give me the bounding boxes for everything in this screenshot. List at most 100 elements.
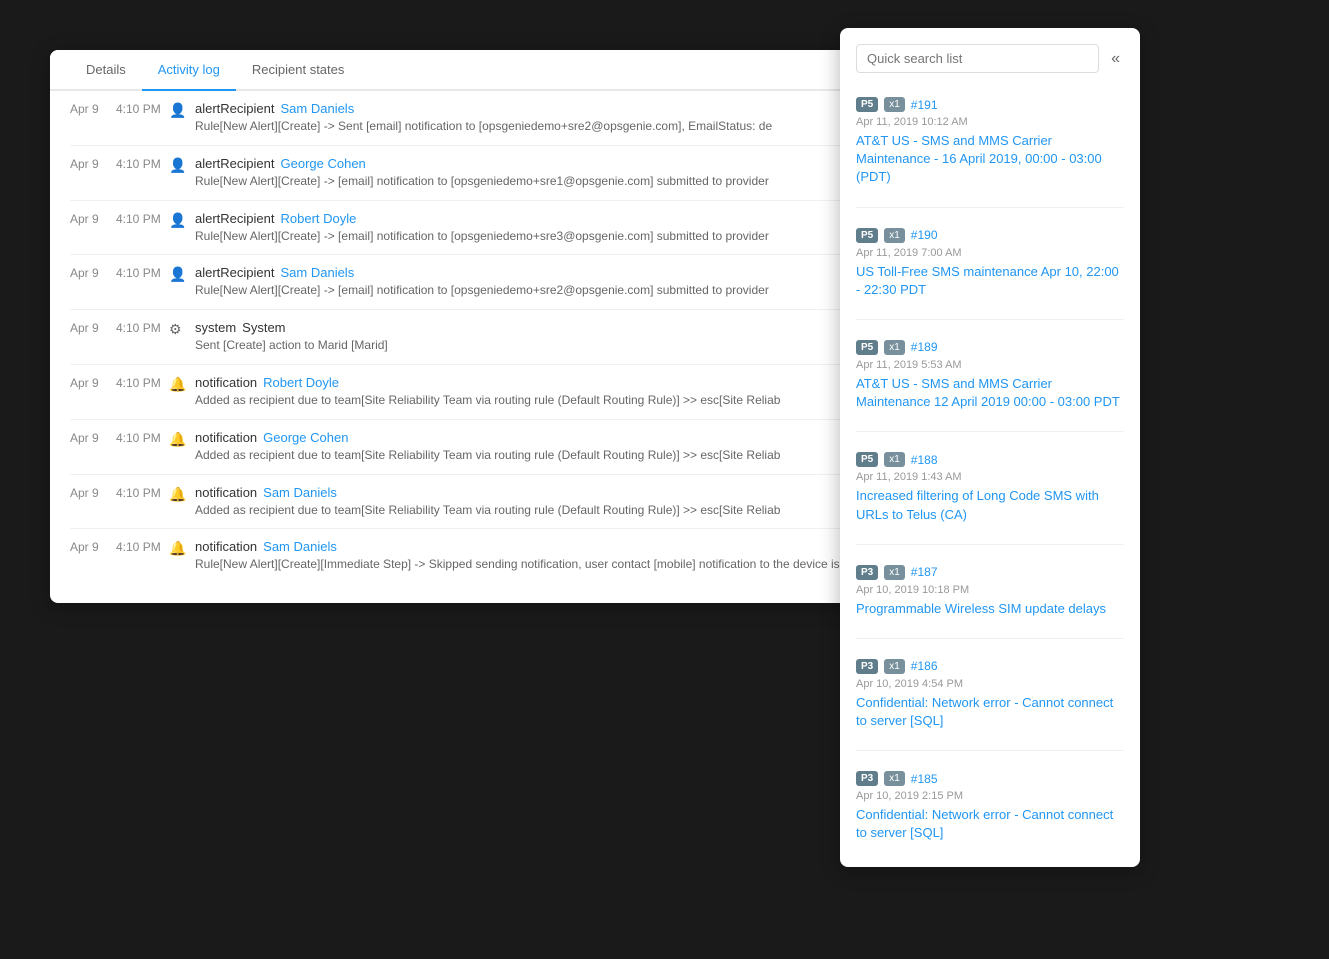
item-date: Apr 11, 2019 1:43 AM: [856, 471, 1124, 483]
multiplier-badge: x1: [884, 565, 905, 580]
action-type: alertRecipient: [195, 211, 275, 226]
action-type: notification: [195, 375, 257, 390]
collapse-button[interactable]: «: [1107, 48, 1124, 70]
row-content: notification Robert Doyle Added as recip…: [195, 375, 860, 409]
alert-recipient-icon: 👤: [169, 266, 187, 283]
row-content: alertRecipient George Cohen Rule[New Ale…: [195, 156, 860, 190]
item-title[interactable]: Programmable Wireless SIM update delays: [856, 600, 1124, 618]
detail-text: Rule[New Alert][Create] -> [email] notif…: [195, 282, 860, 299]
item-title[interactable]: AT&T US - SMS and MMS Carrier Maintenanc…: [856, 375, 1124, 411]
bell-icon: 🔔: [169, 431, 187, 448]
item-id: #189: [911, 340, 938, 354]
detail-text: Rule[New Alert][Create] -> [email] notif…: [195, 228, 860, 245]
row-date: Apr 9: [70, 102, 108, 116]
row-content: alertRecipient Sam Daniels Rule[New Aler…: [195, 101, 860, 135]
item-id: #186: [911, 659, 938, 673]
item-date: Apr 10, 2019 10:18 PM: [856, 584, 1124, 596]
item-badges: P5 x1 #190: [856, 228, 1124, 243]
tab-details[interactable]: Details: [70, 50, 142, 91]
priority-badge: P5: [856, 97, 878, 112]
user-link[interactable]: Sam Daniels: [281, 101, 355, 116]
list-item[interactable]: P5 x1 #191 Apr 11, 2019 10:12 AM AT&T US…: [856, 89, 1124, 195]
multiplier-badge: x1: [884, 97, 905, 112]
priority-badge: P5: [856, 228, 878, 243]
action-type: notification: [195, 430, 257, 445]
row-time: 4:10 PM: [116, 266, 161, 280]
item-title[interactable]: Increased filtering of Long Code SMS wit…: [856, 487, 1124, 523]
item-title[interactable]: US Toll-Free SMS maintenance Apr 10, 22:…: [856, 263, 1124, 299]
item-title[interactable]: AT&T US - SMS and MMS Carrier Maintenanc…: [856, 132, 1124, 187]
row-content: alertRecipient Sam Daniels Rule[New Aler…: [195, 265, 860, 299]
table-row: Apr 9 4:10 PM 🔔 notification Sam Daniels…: [70, 475, 860, 530]
priority-badge: P5: [856, 340, 878, 355]
user-link[interactable]: Robert Doyle: [281, 211, 357, 226]
item-id: #191: [911, 98, 938, 112]
item-badges: P3 x1 #186: [856, 659, 1124, 674]
tab-bar: Details Activity log Recipient states: [50, 50, 880, 91]
alert-recipient-icon: 👤: [169, 157, 187, 174]
multiplier-badge: x1: [884, 228, 905, 243]
quick-search-panel: « P5 x1 #191 Apr 11, 2019 10:12 AM AT&T …: [840, 28, 1140, 867]
detail-text: Rule[New Alert][Create] -> [email] notif…: [195, 173, 860, 190]
priority-badge: P3: [856, 659, 878, 674]
row-time: 4:10 PM: [116, 321, 161, 335]
activity-log-panel: Details Activity log Recipient states Ap…: [50, 50, 880, 603]
list-item[interactable]: P3 x1 #186 Apr 10, 2019 4:54 PM Confiden…: [856, 651, 1124, 738]
item-date: Apr 11, 2019 10:12 AM: [856, 116, 1124, 128]
user-link[interactable]: Robert Doyle: [263, 375, 339, 390]
item-title[interactable]: Confidential: Network error - Cannot con…: [856, 694, 1124, 730]
multiplier-badge: x1: [884, 771, 905, 786]
detail-text: Added as recipient due to team[Site Reli…: [195, 447, 860, 464]
user-link[interactable]: Sam Daniels: [281, 265, 355, 280]
item-id: #185: [911, 772, 938, 786]
search-input[interactable]: [856, 44, 1099, 73]
row-date: Apr 9: [70, 486, 108, 500]
priority-badge: P3: [856, 771, 878, 786]
row-date: Apr 9: [70, 540, 108, 554]
action-type: alertRecipient: [195, 101, 275, 116]
action-type: notification: [195, 539, 257, 554]
item-title[interactable]: Confidential: Network error - Cannot con…: [856, 806, 1124, 842]
item-id: #190: [911, 228, 938, 242]
tab-recipient-states[interactable]: Recipient states: [236, 50, 361, 91]
row-date: Apr 9: [70, 212, 108, 226]
row-content: notification George Cohen Added as recip…: [195, 430, 860, 464]
user-link[interactable]: Sam Daniels: [263, 485, 337, 500]
row-content: alertRecipient Robert Doyle Rule[New Ale…: [195, 211, 860, 245]
row-time: 4:10 PM: [116, 102, 161, 116]
priority-badge: P3: [856, 565, 878, 580]
list-item[interactable]: P3 x1 #185 Apr 10, 2019 2:15 PM Confiden…: [856, 763, 1124, 850]
detail-text: Added as recipient due to team[Site Reli…: [195, 392, 860, 409]
item-badges: P5 x1 #188: [856, 452, 1124, 467]
row-date: Apr 9: [70, 266, 108, 280]
row-date: Apr 9: [70, 157, 108, 171]
detail-text: Rule[New Alert][Create][Immediate Step] …: [195, 556, 880, 573]
bell-icon: 🔔: [169, 540, 187, 557]
list-item[interactable]: P5 x1 #188 Apr 11, 2019 1:43 AM Increase…: [856, 444, 1124, 531]
table-row: Apr 9 4:10 PM 👤 alertRecipient Robert Do…: [70, 201, 860, 256]
row-time: 4:10 PM: [116, 431, 161, 445]
detail-text: Sent [Create] action to Marid [Marid]: [195, 337, 860, 354]
item-badges: P3 x1 #187: [856, 565, 1124, 580]
tab-activity-log[interactable]: Activity log: [142, 50, 236, 91]
table-row: Apr 9 4:10 PM 👤 alertRecipient Sam Danie…: [70, 255, 860, 310]
user-link[interactable]: George Cohen: [281, 156, 366, 171]
alert-recipient-icon: 👤: [169, 212, 187, 229]
row-time: 4:10 PM: [116, 157, 161, 171]
row-date: Apr 9: [70, 376, 108, 390]
row-time: 4:10 PM: [116, 486, 161, 500]
list-item[interactable]: P5 x1 #190 Apr 11, 2019 7:00 AM US Toll-…: [856, 220, 1124, 307]
multiplier-badge: x1: [884, 659, 905, 674]
row-date: Apr 9: [70, 321, 108, 335]
multiplier-badge: x1: [884, 340, 905, 355]
system-label: System: [242, 320, 285, 335]
activity-list: Apr 9 4:10 PM 👤 alertRecipient Sam Danie…: [50, 91, 880, 583]
alert-recipient-icon: 👤: [169, 102, 187, 119]
list-item[interactable]: P5 x1 #189 Apr 11, 2019 5:53 AM AT&T US …: [856, 332, 1124, 419]
list-item[interactable]: P3 x1 #187 Apr 10, 2019 10:18 PM Program…: [856, 557, 1124, 626]
user-link[interactable]: George Cohen: [263, 430, 348, 445]
search-header: «: [856, 44, 1124, 73]
action-type: system: [195, 320, 236, 335]
user-link[interactable]: Sam Daniels: [263, 539, 337, 554]
action-type: alertRecipient: [195, 265, 275, 280]
